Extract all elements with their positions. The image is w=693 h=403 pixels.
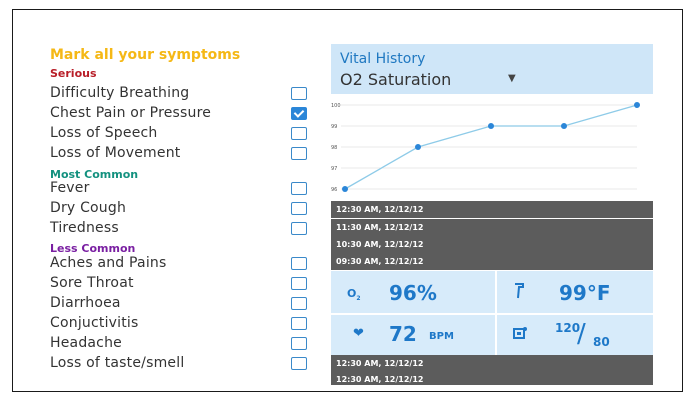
symptom-label-fever: Fever: [50, 180, 90, 196]
history-entry[interactable]: 10:30 AM, 12/12/12: [331, 236, 653, 253]
y-tick-label: 97: [331, 166, 337, 172]
symptom-checkbox-loss-of-taste-smell[interactable]: [291, 357, 307, 370]
symptom-label-chest-pain: Chest Pain or Pressure: [50, 105, 212, 121]
data-point[interactable]: [342, 186, 348, 192]
temperature-tile: 99°F: [497, 271, 653, 313]
symptoms-heading: Mark all your symptoms: [50, 47, 241, 63]
symptom-label-dry-cough: Dry Cough: [50, 200, 127, 216]
heart-rate-unit: BPM: [429, 331, 454, 342]
history-entry[interactable]: 12:30 AM, 12/12/12: [331, 372, 653, 385]
symptom-label-diarrhoea: Diarrhoea: [50, 295, 121, 311]
symptom-checkbox-difficulty-breathing[interactable]: [291, 87, 307, 100]
symptom-label-headache: Headache: [50, 335, 122, 351]
data-point[interactable]: [488, 123, 494, 129]
data-point[interactable]: [634, 102, 640, 108]
bp-slash: /: [577, 319, 586, 349]
symptom-label-aches-and-pains: Aches and Pains: [50, 255, 167, 271]
symptom-checkbox-diarrhoea[interactable]: [291, 297, 307, 310]
symptom-checkbox-loss-of-speech[interactable]: [291, 127, 307, 140]
metric-selector[interactable]: O2 Saturation: [340, 70, 451, 89]
y-tick-label: 100: [331, 103, 341, 109]
symptom-label-loss-of-movement: Loss of Movement: [50, 145, 181, 161]
vital-history-title: Vital History: [340, 51, 426, 67]
symptom-checkbox-chest-pain[interactable]: [291, 107, 307, 120]
o2-value: 96%: [389, 281, 437, 305]
y-tick-label: 98: [331, 145, 337, 151]
symptom-label-loss-of-taste-smell: Loss of taste/smell: [50, 355, 185, 371]
o2-icon: O2: [347, 287, 361, 303]
data-point[interactable]: [415, 144, 421, 150]
symptom-checkbox-aches-and-pains[interactable]: [291, 257, 307, 270]
symptom-checkbox-headache[interactable]: [291, 337, 307, 350]
caret-down-icon[interactable]: ▼: [508, 73, 516, 84]
heart-rate-tile: ❤ 72 BPM: [331, 315, 495, 355]
thermometer-icon: [513, 282, 527, 304]
symptom-checkbox-loss-of-movement[interactable]: [291, 147, 307, 160]
symptom-label-difficulty-breathing: Difficulty Breathing: [50, 85, 190, 101]
data-point[interactable]: [561, 123, 567, 129]
heart-icon: ❤: [353, 326, 364, 341]
symptom-checkbox-dry-cough[interactable]: [291, 202, 307, 215]
o2-saturation-chart: 100 99 98 97 96: [331, 102, 640, 193]
y-tick-label: 96: [331, 187, 337, 193]
symptom-label-tiredness: Tiredness: [50, 220, 119, 236]
blood-pressure-tile: 120 / 80: [497, 315, 653, 355]
history-entry[interactable]: 11:30 AM, 12/12/12: [331, 219, 653, 236]
symptom-checkbox-fever[interactable]: [291, 182, 307, 195]
history-entry[interactable]: 12:30 AM, 12/12/12: [331, 355, 653, 372]
o2-tile: O2 96%: [331, 271, 495, 313]
heart-rate-value: 72: [389, 322, 417, 346]
symptom-checkbox-sore-throat[interactable]: [291, 277, 307, 290]
symptom-label-conjuctivitis: Conjuctivitis: [50, 315, 139, 331]
y-tick-label: 99: [331, 124, 337, 130]
bp-diastolic: 80: [593, 335, 610, 349]
history-entry[interactable]: 09:30 AM, 12/12/12: [331, 253, 653, 270]
history-entry[interactable]: 12:30 AM, 12/12/12: [331, 201, 653, 218]
category-serious: Serious: [50, 67, 97, 80]
symptom-label-sore-throat: Sore Throat: [50, 275, 134, 291]
symptom-label-loss-of-speech: Loss of Speech: [50, 125, 158, 141]
category-less-common: Less Common: [50, 242, 136, 255]
temperature-value: 99°F: [559, 281, 611, 305]
symptom-checkbox-tiredness[interactable]: [291, 222, 307, 235]
blood-pressure-icon: [513, 325, 527, 344]
symptom-checkbox-conjuctivitis[interactable]: [291, 317, 307, 330]
